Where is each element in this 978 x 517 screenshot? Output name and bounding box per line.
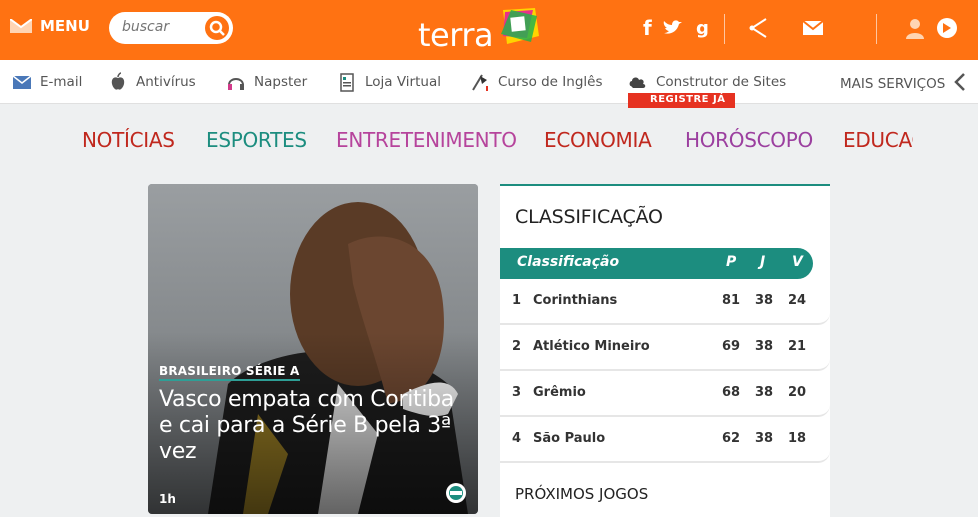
store-icon [337, 72, 357, 92]
service-label: Construtor de Sites [656, 74, 787, 90]
row-team: São Paulo [533, 431, 606, 446]
standings-card: CLASSIFICAÇÃO Classificação P J V 1 Cori… [500, 184, 830, 517]
cat-noticias[interactable]: NOTÍCIAS [82, 128, 175, 152]
table-row[interactable]: 3 Grêmio 68 38 20 [500, 371, 830, 417]
service-label: Napster [254, 74, 308, 90]
google-plus-icon[interactable]: g [690, 15, 716, 41]
mail-icon[interactable] [800, 15, 826, 41]
row-points: 62 [722, 431, 741, 446]
search-icon[interactable] [205, 16, 229, 40]
menu-label: MENU [40, 17, 90, 35]
service-antivirus[interactable]: Antivírus [108, 72, 196, 92]
menu-button[interactable]: MENU [9, 17, 90, 35]
mail-icon [9, 18, 33, 33]
headphones-icon [226, 72, 246, 92]
more-services-button[interactable]: MAIS SERVIÇOS [840, 72, 967, 96]
services-bar: E-mail Antivírus Napster Loja Virtual Cu… [0, 60, 978, 104]
hero-story[interactable]: BRASILEIRO SÉRIE A Vasco empata com Cori… [148, 184, 478, 514]
service-email[interactable]: E-mail [12, 72, 82, 92]
row-games: 38 [755, 431, 774, 446]
more-services-label: MAIS SERVIÇOS [840, 76, 946, 92]
facebook-icon[interactable]: f [634, 15, 660, 41]
table-row[interactable]: 2 Atlético Mineiro 69 38 21 [500, 325, 830, 371]
cat-educacao[interactable]: EDUCAÇ [843, 128, 913, 152]
row-position: 4 [512, 431, 522, 446]
row-points: 69 [722, 339, 741, 354]
service-label: Loja Virtual [365, 74, 441, 90]
row-team: Corinthians [533, 293, 618, 308]
header-divider [724, 14, 725, 44]
table-row[interactable]: 1 Corinthians 81 38 24 [500, 279, 830, 325]
header-points: P [726, 254, 737, 270]
register-badge[interactable]: REGISTRE JÁ [628, 93, 736, 108]
twitter-icon[interactable] [660, 15, 686, 41]
row-games: 38 [755, 385, 774, 400]
row-position: 2 [512, 339, 522, 354]
row-wins: 20 [788, 385, 807, 400]
search-box[interactable] [109, 12, 233, 44]
service-label: E-mail [40, 74, 83, 90]
hero-kicker[interactable]: BRASILEIRO SÉRIE A [159, 364, 300, 381]
row-wins: 24 [788, 293, 807, 308]
header-wins: V [792, 254, 803, 270]
row-team: Atlético Mineiro [533, 339, 650, 354]
service-label: Curso de Inglês [498, 74, 603, 90]
row-wins: 21 [788, 339, 807, 354]
header-name: Classificação [517, 254, 620, 270]
cat-esportes[interactable]: ESPORTES [206, 128, 307, 152]
flag-icon [470, 72, 490, 92]
row-points: 81 [722, 293, 741, 308]
share-icon[interactable] [746, 15, 772, 41]
header-games: J [760, 254, 766, 270]
hero-title[interactable]: Vasco empata com Coritiba e cai para a S… [159, 387, 469, 465]
svg-text:g: g [696, 18, 709, 39]
svg-text:f: f [643, 16, 652, 40]
row-position: 3 [512, 385, 522, 400]
header-divider [876, 14, 877, 44]
search-input[interactable] [122, 19, 202, 35]
table-row[interactable]: 4 São Paulo 62 38 18 [500, 417, 830, 463]
row-games: 38 [755, 339, 774, 354]
chat-icon[interactable] [934, 15, 960, 41]
terra-logo[interactable]: terra [418, 6, 541, 54]
hero-timestamp: 1h [159, 492, 176, 506]
row-wins: 18 [788, 431, 807, 446]
top-header: MENU terra f g [0, 0, 978, 60]
standings-title[interactable]: CLASSIFICAÇÃO [515, 206, 663, 228]
service-napster[interactable]: Napster [226, 72, 307, 92]
standings-header: Classificação P J V [500, 248, 813, 279]
row-games: 38 [755, 293, 774, 308]
cat-economia[interactable]: ECONOMIA [544, 128, 652, 152]
builder-icon [628, 72, 648, 92]
cat-entretenimento[interactable]: ENTRETENIMENTO [336, 128, 517, 152]
apple-icon [108, 72, 128, 92]
service-construtor-sites[interactable]: Construtor de Sites [628, 72, 786, 92]
row-team: Grêmio [533, 385, 586, 400]
next-games-heading[interactable]: PRÓXIMOS JOGOS [515, 485, 648, 503]
user-icon[interactable] [902, 15, 928, 41]
logo-text: terra [418, 16, 494, 54]
club-badge-icon [445, 482, 467, 504]
service-loja-virtual[interactable]: Loja Virtual [337, 72, 441, 92]
chevron-left-icon [953, 72, 967, 96]
logo-mark-icon [501, 8, 540, 44]
cat-horoscopo[interactable]: HORÓSCOPO [685, 128, 813, 152]
email-icon [12, 72, 32, 92]
row-points: 68 [722, 385, 741, 400]
row-position: 1 [512, 293, 522, 308]
service-label: Antivírus [136, 74, 196, 90]
service-curso-ingles[interactable]: Curso de Inglês [470, 72, 602, 92]
